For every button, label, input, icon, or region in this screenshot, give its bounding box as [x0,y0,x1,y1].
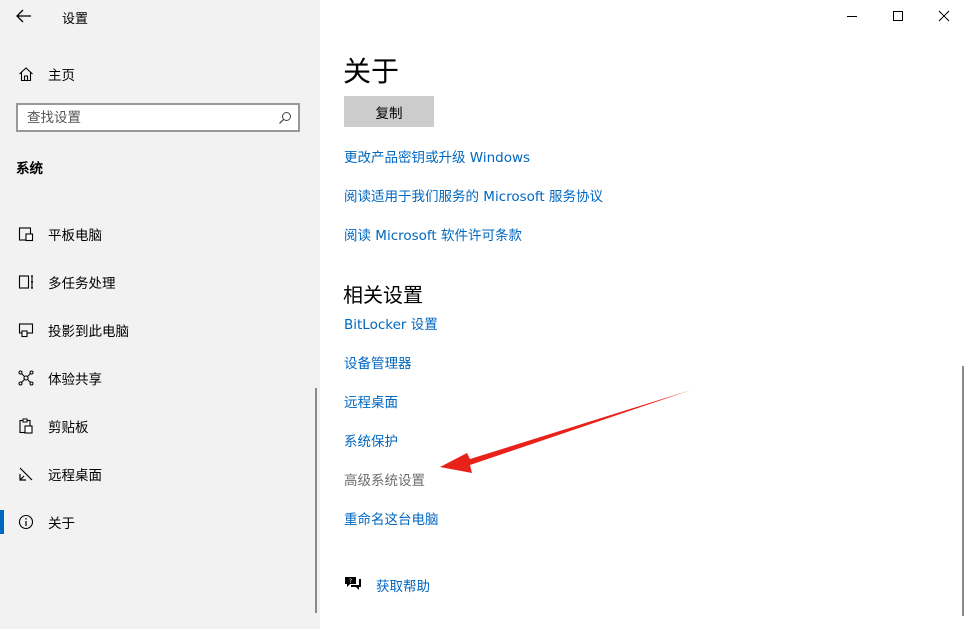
remote-desktop-icon [16,464,36,484]
sidebar-item-shared-experiences[interactable]: 体验共享 [0,354,320,402]
sidebar: 设置 主页 系统 平板电脑 [0,0,320,629]
back-button[interactable] [10,4,38,28]
services-agreement-link[interactable]: 阅读适用于我们服务的 Microsoft 服务协议 [344,185,603,205]
license-terms-link[interactable]: 阅读 Microsoft 软件许可条款 [344,224,522,244]
sidebar-item-remote-desktop[interactable]: 远程桌面 [0,450,320,498]
search-icon[interactable] [272,111,298,125]
sidebar-item-about[interactable]: 关于 [0,498,320,546]
sidebar-item-label: 主页 [48,68,75,84]
svg-text:?: ? [349,578,352,585]
sidebar-item-home[interactable]: 主页 [0,60,320,88]
window-title: 设置 [62,12,89,27]
get-help-link[interactable]: 获取帮助 [376,575,430,595]
maximize-icon [893,11,903,21]
sidebar-item-multitasking[interactable]: 多任务处理 [0,258,320,306]
copy-button[interactable]: 复制 [344,96,434,127]
sidebar-nav-list: 平板电脑 多任务处理 投影到此电脑 体验共享 剪贴板 远程桌面 关于 [0,210,320,546]
close-button[interactable] [921,0,967,32]
advanced-system-settings-link[interactable]: 高级系统设置 [344,469,425,489]
device-manager-link[interactable]: 设备管理器 [344,352,412,372]
system-protection-link[interactable]: 系统保护 [344,430,398,450]
help-chat-icon: ? [343,574,363,594]
home-icon [16,64,36,84]
main-scrollbar[interactable] [962,366,964,616]
minimize-button[interactable] [829,0,875,32]
sidebar-scrollbar[interactable] [315,388,317,613]
sidebar-item-label: 体验共享 [48,372,102,388]
remote-desktop-link[interactable]: 远程桌面 [344,391,398,411]
sidebar-item-label: 剪贴板 [48,420,89,436]
bitlocker-settings-link[interactable]: BitLocker 设置 [344,313,438,333]
info-icon [16,512,36,532]
sidebar-item-tablet[interactable]: 平板电脑 [0,210,320,258]
section-title: 系统 [16,161,43,177]
sidebar-item-label: 关于 [48,516,75,532]
close-icon [938,10,950,22]
page-title: 关于 [343,55,400,88]
sidebar-item-label: 远程桌面 [48,468,102,484]
project-icon [16,320,36,340]
share-icon [16,368,36,388]
related-settings-heading: 相关设置 [343,283,423,307]
change-product-key-link[interactable]: 更改产品密钥或升级 Windows [344,146,530,166]
clipboard-icon [16,416,36,436]
selected-indicator [0,510,4,534]
minimize-icon [847,16,857,17]
search-input[interactable] [18,108,272,127]
sidebar-item-project-to-pc[interactable]: 投影到此电脑 [0,306,320,354]
sidebar-item-clipboard[interactable]: 剪贴板 [0,402,320,450]
sidebar-item-label: 平板电脑 [48,228,102,244]
sidebar-item-label: 多任务处理 [48,276,116,292]
search-box[interactable] [16,103,300,132]
maximize-button[interactable] [875,0,921,32]
rename-pc-link[interactable]: 重命名这台电脑 [344,508,439,528]
back-arrow-icon [16,9,31,23]
multitask-icon [16,272,36,292]
sidebar-item-label: 投影到此电脑 [48,324,129,340]
tablet-icon [16,224,36,244]
